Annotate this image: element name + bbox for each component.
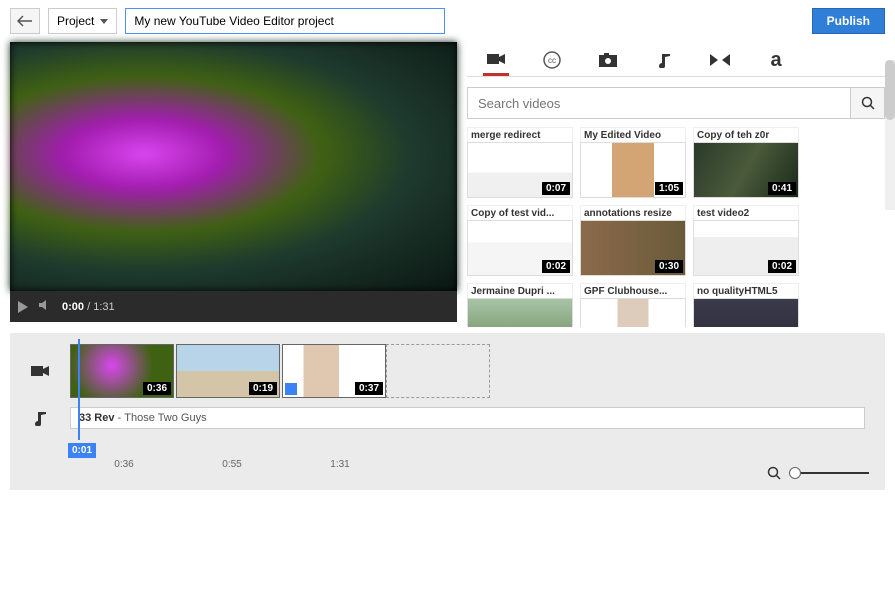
clip-duration: 0:07 — [542, 182, 570, 195]
tab-cc[interactable]: cc — [539, 48, 565, 76]
clip-title: test video2 — [693, 205, 799, 220]
publish-button[interactable]: Publish — [812, 8, 885, 34]
project-title-input[interactable] — [125, 8, 445, 34]
tab-transitions[interactable] — [707, 48, 733, 76]
clip-item[interactable]: My Edited Video 1:05 — [580, 127, 686, 198]
timeline-clip[interactable]: 0:19 — [176, 344, 280, 398]
back-button[interactable] — [10, 8, 40, 34]
duration: 1:31 — [93, 301, 114, 313]
clip-thumbnail: 0:04 — [693, 298, 799, 327]
clip-duration: 0:02 — [542, 260, 570, 273]
clip-thumbnail: 0:07 — [467, 142, 573, 198]
clip-duration: 1:05 — [655, 182, 683, 195]
timeline-clip-duration: 0:19 — [249, 382, 277, 395]
current-time: 0:00 — [62, 301, 84, 313]
clip-item[interactable]: test video2 0:02 — [693, 205, 799, 276]
play-button[interactable] — [18, 301, 28, 313]
playhead[interactable]: 0:01 — [78, 339, 80, 440]
ruler-mark: 0:55 — [178, 459, 286, 470]
timeline-clip[interactable]: 0:36 — [70, 344, 174, 398]
tab-text[interactable]: a — [763, 48, 789, 76]
volume-button[interactable] — [38, 298, 52, 315]
timeline-clip[interactable]: 0:37 — [282, 344, 386, 398]
audio-track-icon — [10, 410, 70, 426]
clip-title: Copy of test vid... — [467, 205, 573, 220]
timeline-clip-duration: 0:36 — [143, 382, 171, 395]
clip-thumbnail: 1:05 — [580, 142, 686, 198]
clip-title: Copy of teh z0r — [693, 127, 799, 142]
clip-title: GPF Clubhouse... — [580, 283, 686, 298]
zoom-slider[interactable] — [789, 472, 869, 474]
clip-item[interactable]: Jermaine Dupri ...0:07 — [467, 283, 573, 327]
clip-title: Jermaine Dupri ... — [467, 283, 573, 298]
clip-grid: merge redirect 0:07 My Edited Video 1:05 Cop… — [467, 127, 885, 327]
player-controls: 0:00 / 1:31 — [10, 291, 457, 322]
clip-item[interactable]: merge redirect 0:07 — [467, 127, 573, 198]
clip-title: annotations resize — [580, 205, 686, 220]
clip-thumbnail: 0:41 — [693, 142, 799, 198]
playhead-time: 0:01 — [68, 443, 96, 458]
tab-audio[interactable] — [651, 48, 677, 76]
svg-text:cc: cc — [548, 56, 556, 65]
audio-clip[interactable]: 33 Rev - Those Two Guys — [70, 407, 865, 429]
search-input[interactable] — [467, 87, 851, 119]
clip-thumbnail: 0:07 — [467, 298, 573, 327]
clip-title: My Edited Video — [580, 127, 686, 142]
clip-title: no qualityHTML5 — [693, 283, 799, 298]
clip-duration: 0:30 — [655, 260, 683, 273]
tab-photos[interactable] — [595, 48, 621, 76]
clip-thumbnail: 1:00 — [580, 298, 686, 327]
clip-title: merge redirect — [467, 127, 573, 142]
zoom-icon — [767, 466, 781, 480]
clip-thumbnail: 0:02 — [467, 220, 573, 276]
clip-duration: 0:02 — [768, 260, 796, 273]
video-track-icon — [10, 364, 70, 378]
project-dropdown-label: Project — [57, 14, 94, 28]
ruler-mark: 1:31 — [286, 459, 394, 470]
scrollbar[interactable] — [885, 60, 895, 210]
timeline: 0:36 0:19 0:37 33 Rev - Those Two Guys 0:0… — [10, 333, 885, 490]
clip-item[interactable]: Copy of test vid... 0:02 — [467, 205, 573, 276]
tab-videos[interactable] — [483, 48, 509, 76]
video-preview: 0:00 / 1:31 — [10, 42, 457, 322]
timeline-drop-zone[interactable] — [386, 344, 490, 398]
clip-duration: 0:41 — [768, 182, 796, 195]
search-button[interactable] — [851, 87, 885, 119]
clip-item[interactable]: annotations resize 0:30 — [580, 205, 686, 276]
project-dropdown[interactable]: Project — [48, 8, 117, 34]
clip-item[interactable]: Copy of teh z0r 0:41 — [693, 127, 799, 198]
preview-frame — [10, 42, 457, 291]
timeline-clip-duration: 0:37 — [355, 382, 383, 395]
clip-item[interactable]: no qualityHTML50:04 — [693, 283, 799, 327]
clip-thumbnail: 0:02 — [693, 220, 799, 276]
ruler-mark: 0:36 — [70, 459, 178, 470]
clip-thumbnail: 0:30 — [580, 220, 686, 276]
media-tabs: cc a — [467, 42, 885, 77]
timeline-ruler: 0:360:551:31 — [10, 459, 885, 470]
clip-item[interactable]: GPF Clubhouse...1:00 — [580, 283, 686, 327]
